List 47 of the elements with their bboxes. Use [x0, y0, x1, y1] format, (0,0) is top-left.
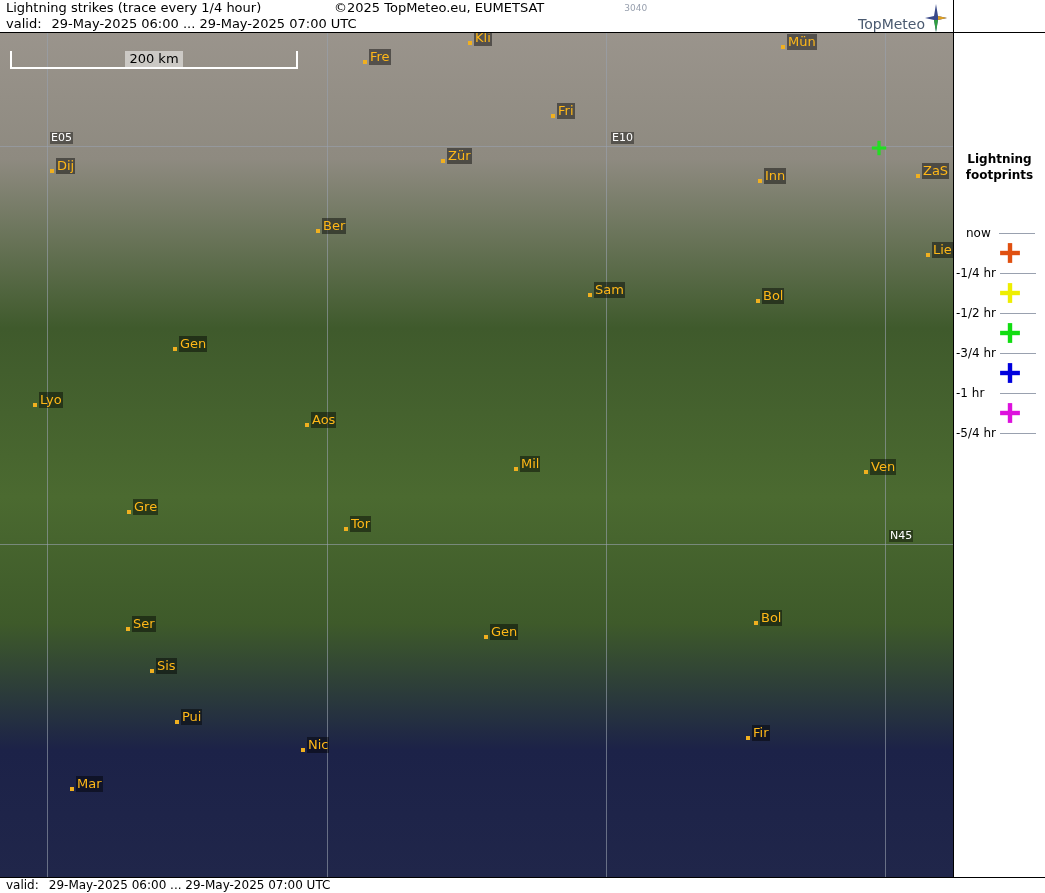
city-label: Nic — [307, 737, 330, 753]
legend-label: -5/4 hr — [956, 425, 997, 442]
grid-label: N45 — [889, 530, 914, 542]
legend-label: -3/4 hr — [956, 345, 997, 362]
map-title: Lightning strikes (trace every 1/4 hour) — [6, 0, 263, 16]
city-label: Kli — [474, 33, 492, 46]
city-label: Ven — [870, 459, 897, 475]
city-label: Gen — [490, 624, 519, 640]
city-label: Mil — [520, 456, 541, 472]
valid-range: 29-May-2025 06:00 ... 29-May-2025 07:00 UTC — [51, 16, 357, 32]
city-label: Fri — [557, 103, 575, 119]
legend-label: -1 hr — [956, 385, 986, 402]
city-label: Sam — [594, 282, 625, 298]
city-label: Lie — [932, 242, 953, 258]
city-label: ZaS — [922, 163, 950, 179]
city-label: Gen — [179, 336, 208, 352]
city-label: Gre — [133, 499, 159, 515]
city-label: Fir — [752, 725, 770, 741]
grid-label: E05 — [50, 132, 73, 144]
city-label: Tor — [350, 516, 372, 532]
city-label: Fre — [369, 49, 391, 65]
legend-label: -1/2 hr — [956, 305, 997, 322]
city-label: Bol — [762, 288, 785, 304]
city-label: Ber — [322, 218, 347, 234]
copyright-text: ©2025 TopMeteo.eu, EUMETSAT — [334, 0, 545, 16]
city-label: Sis — [156, 658, 177, 674]
legend-label: -1/4 hr — [956, 265, 997, 282]
city-label: Inn — [764, 168, 787, 184]
legend-title: Lightning footprints — [964, 151, 1035, 183]
city-label: Dij — [56, 158, 76, 174]
legend-label: now — [966, 225, 991, 242]
city-label: Pui — [181, 709, 203, 725]
scale-bar: 200 km — [10, 51, 298, 69]
code-text: 3040 — [624, 2, 648, 15]
city-label: Zür — [447, 148, 472, 164]
valid-range: 29-May-2025 06:00 ... 29-May-2025 07:00 UTC — [48, 878, 331, 893]
city-label: Mar — [76, 776, 103, 792]
grid-label: E10 — [611, 132, 634, 144]
city-label: Bol — [760, 610, 783, 626]
valid-label: valid: — [6, 878, 39, 893]
city-label: Lyo — [39, 392, 63, 408]
logo-text: TopMeteo — [858, 16, 925, 32]
city-label: Mün — [787, 34, 817, 50]
city-label: Aos — [311, 412, 337, 428]
compass-star-icon — [925, 4, 947, 32]
valid-label: valid: — [6, 16, 42, 32]
city-label: Ser — [132, 616, 156, 632]
